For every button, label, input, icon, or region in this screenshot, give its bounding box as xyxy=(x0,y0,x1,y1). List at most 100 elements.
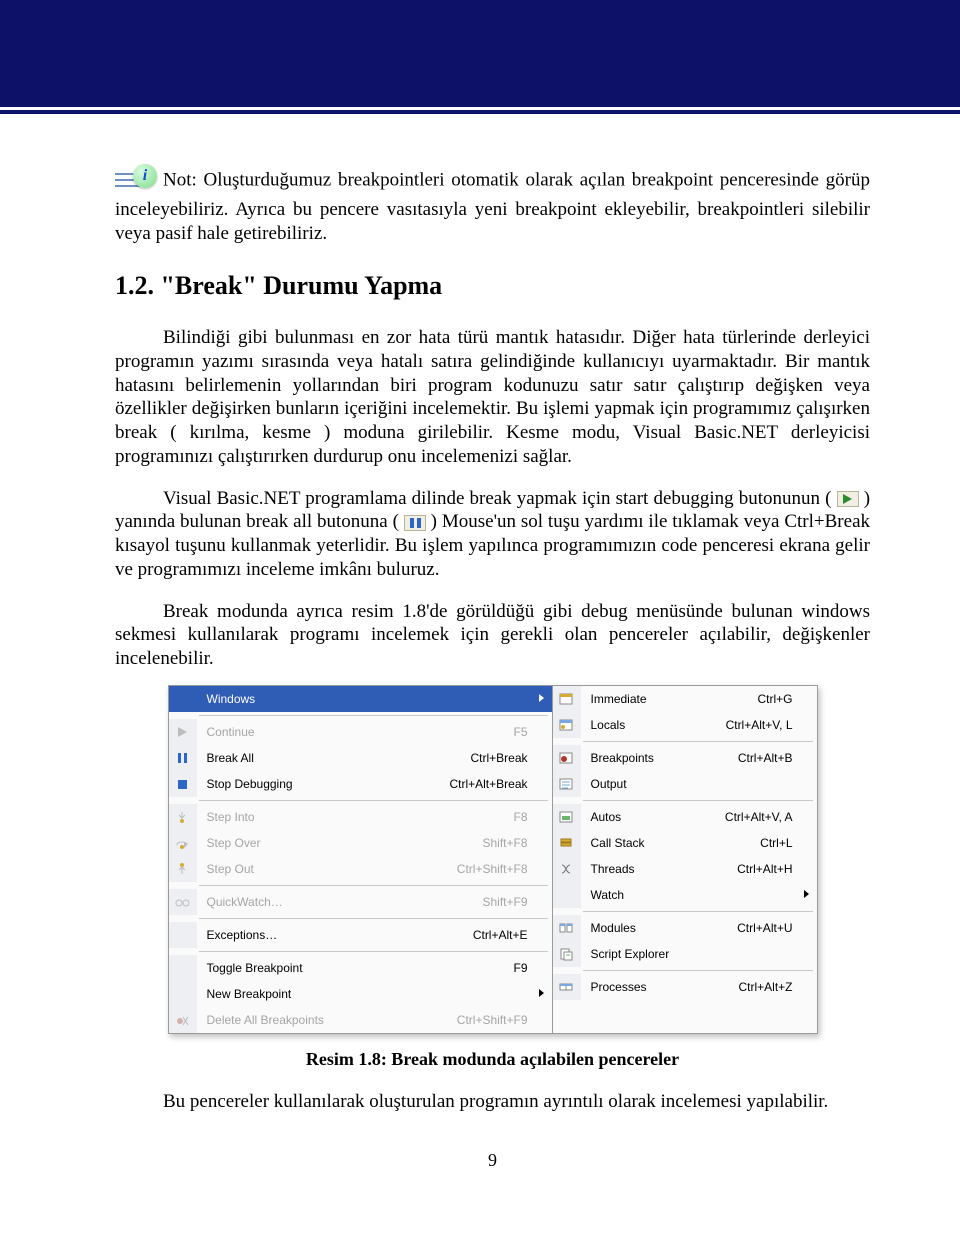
menu-item-label: New Breakpoint xyxy=(197,987,552,1001)
menu-item-exceptions[interactable]: Exceptions…Ctrl+Alt+E xyxy=(169,922,552,948)
modules-icon xyxy=(553,915,581,941)
menu-item-shortcut: Ctrl+Break xyxy=(470,751,551,765)
menu-item-immediate[interactable]: ImmediateCtrl+G xyxy=(553,686,817,712)
info-icon: i xyxy=(115,164,157,198)
menu-item-autos[interactable]: AutosCtrl+Alt+V, A xyxy=(553,804,817,830)
menu-item-break-all[interactable]: Break AllCtrl+Break xyxy=(169,745,552,771)
menu-item-shortcut: Ctrl+Alt+Z xyxy=(738,980,816,994)
menu-item-label: Delete All Breakpoints xyxy=(197,1013,457,1027)
menu-item-script-explorer[interactable]: Script Explorer xyxy=(553,941,817,967)
menu-item-label: Toggle Breakpoint xyxy=(197,961,514,975)
figure-caption: Resim 1.8: Break modunda açılabilen penc… xyxy=(115,1048,870,1071)
play-small-icon xyxy=(169,719,197,745)
step-into-icon xyxy=(169,804,197,830)
note-paragraph: i Not: Oluşturduğumuz breakpointleri oto… xyxy=(115,164,870,246)
processes-icon xyxy=(553,974,581,1000)
menu-item-delete-all-breakpoints: Delete All BreakpointsCtrl+Shift+F9 xyxy=(169,1007,552,1033)
submenu-arrow-icon xyxy=(539,989,544,997)
menu-item-label: Step Over xyxy=(197,836,483,850)
debug-menu-left: WindowsContinueF5Break AllCtrl+BreakStop… xyxy=(168,685,553,1034)
pause-blue-icon xyxy=(169,745,197,771)
win-lines-icon xyxy=(553,771,581,797)
menu-icon-slot xyxy=(553,882,581,908)
menu-item-windows[interactable]: Windows xyxy=(169,686,552,712)
menu-separator xyxy=(583,800,813,801)
menu-item-shortcut: Shift+F8 xyxy=(482,836,551,850)
menu-icon-slot xyxy=(169,686,197,712)
submenu-arrow-icon xyxy=(804,890,809,898)
menu-item-locals[interactable]: LocalsCtrl+Alt+V, L xyxy=(553,712,817,738)
menu-separator xyxy=(199,715,548,716)
menu-separator xyxy=(583,970,813,971)
menu-item-call-stack[interactable]: Call StackCtrl+L xyxy=(553,830,817,856)
menu-item-shortcut: Ctrl+Alt+Break xyxy=(449,777,551,791)
menu-item-step-out: Step OutCtrl+Shift+F8 xyxy=(169,856,552,882)
menu-item-label: Immediate xyxy=(581,692,758,706)
menu-separator xyxy=(583,911,813,912)
win-green-icon xyxy=(553,804,581,830)
script-icon xyxy=(553,941,581,967)
break-all-icon xyxy=(404,515,426,531)
menu-item-label: Threads xyxy=(581,862,738,876)
menu-separator xyxy=(199,918,548,919)
page-content: i Not: Oluşturduğumuz breakpointleri oto… xyxy=(0,114,960,1192)
menu-item-label: Break All xyxy=(197,751,471,765)
menu-item-processes[interactable]: ProcessesCtrl+Alt+Z xyxy=(553,974,817,1000)
menu-item-shortcut: F5 xyxy=(513,725,551,739)
menu-item-label: Output xyxy=(581,777,817,791)
note-text: Not: Oluşturduğumuz breakpointleri otoma… xyxy=(115,169,870,243)
menu-item-shortcut: Ctrl+Alt+E xyxy=(473,928,552,942)
menu-item-shortcut: Ctrl+Shift+F8 xyxy=(457,862,552,876)
page-number: 9 xyxy=(115,1149,870,1172)
header-bar xyxy=(0,0,960,110)
menu-item-label: Locals xyxy=(581,718,726,732)
start-debugging-icon xyxy=(837,491,859,507)
body-para-3: Break modunda ayrıca resim 1.8'de görüld… xyxy=(115,600,870,671)
menu-item-new-breakpoint[interactable]: New Breakpoint xyxy=(169,981,552,1007)
menu-item-shortcut: Ctrl+L xyxy=(760,836,816,850)
menu-item-label: Call Stack xyxy=(581,836,761,850)
menu-separator xyxy=(199,885,548,886)
menu-item-label: Step Into xyxy=(197,810,514,824)
bp-red-icon xyxy=(553,745,581,771)
menu-separator xyxy=(199,800,548,801)
menu-item-step-into: Step IntoF8 xyxy=(169,804,552,830)
win-locals-icon xyxy=(553,712,581,738)
menu-item-label: Modules xyxy=(581,921,738,935)
menu-item-continue: ContinueF5 xyxy=(169,719,552,745)
menu-item-label: Exceptions… xyxy=(197,928,473,942)
menu-item-step-over: Step OverShift+F8 xyxy=(169,830,552,856)
submenu-arrow-icon xyxy=(539,694,544,702)
menu-item-stop-debugging[interactable]: Stop DebuggingCtrl+Alt+Break xyxy=(169,771,552,797)
menu-item-toggle-breakpoint[interactable]: Toggle BreakpointF9 xyxy=(169,955,552,981)
threads-icon xyxy=(553,856,581,882)
menu-item-shortcut: F9 xyxy=(513,961,551,975)
menu-item-watch[interactable]: Watch xyxy=(553,882,817,908)
closing-para: Bu pencereler kullanılarak oluşturulan p… xyxy=(115,1090,870,1114)
menu-item-label: Continue xyxy=(197,725,514,739)
debug-menu-right: ImmediateCtrl+GLocalsCtrl+Alt+V, LBreakp… xyxy=(553,685,818,1034)
menu-item-label: Breakpoints xyxy=(581,751,738,765)
menu-item-threads[interactable]: ThreadsCtrl+Alt+H xyxy=(553,856,817,882)
menu-separator xyxy=(199,951,548,952)
section-heading: 1.2. "Break" Durumu Yapma xyxy=(115,270,870,303)
step-over-icon xyxy=(169,830,197,856)
menu-item-shortcut: Ctrl+Alt+V, A xyxy=(725,810,817,824)
menu-item-label: Autos xyxy=(581,810,725,824)
menu-item-label: Stop Debugging xyxy=(197,777,450,791)
menu-item-modules[interactable]: ModulesCtrl+Alt+U xyxy=(553,915,817,941)
menu-item-shortcut: Ctrl+Alt+U xyxy=(737,921,816,935)
menu-item-shortcut: Ctrl+Shift+F9 xyxy=(457,1013,552,1027)
menu-item-shortcut: F8 xyxy=(513,810,551,824)
menu-item-shortcut: Ctrl+Alt+V, L xyxy=(726,718,817,732)
step-out-icon xyxy=(169,856,197,882)
debug-menu-figure: WindowsContinueF5Break AllCtrl+BreakStop… xyxy=(168,685,818,1034)
menu-item-label: Watch xyxy=(581,888,817,902)
menu-icon-slot xyxy=(169,955,197,981)
menu-item-label: Processes xyxy=(581,980,739,994)
menu-separator xyxy=(583,741,813,742)
menu-item-output[interactable]: Output xyxy=(553,771,817,797)
menu-item-label: Windows xyxy=(197,692,552,706)
glasses-icon xyxy=(169,889,197,915)
menu-item-breakpoints[interactable]: BreakpointsCtrl+Alt+B xyxy=(553,745,817,771)
